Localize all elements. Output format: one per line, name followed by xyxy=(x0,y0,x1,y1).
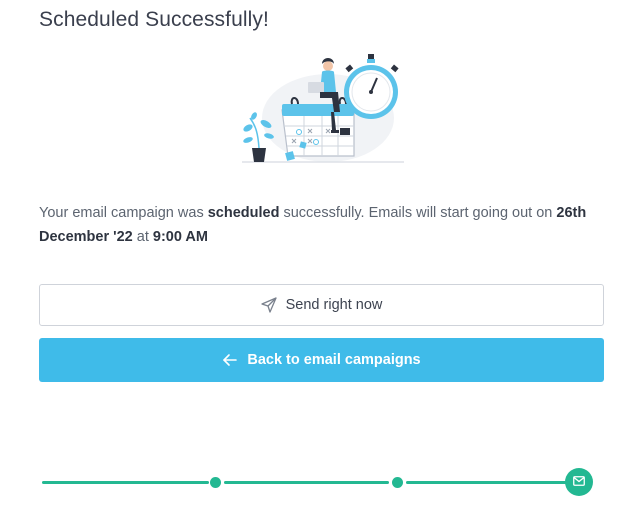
progress-step-dot xyxy=(210,477,221,488)
message-status: scheduled xyxy=(207,205,280,221)
message-prefix: Your email campaign was xyxy=(39,205,208,221)
envelope-icon xyxy=(573,473,585,491)
progress-track-segment xyxy=(224,481,389,484)
schedule-confirmation-message: Your email campaign was scheduled succes… xyxy=(39,201,604,249)
arrow-left-icon xyxy=(222,352,238,368)
back-to-email-campaigns-button[interactable]: Back to email campaigns xyxy=(39,338,604,382)
progress-track-segment xyxy=(406,481,568,484)
paper-plane-icon xyxy=(260,297,277,313)
send-right-now-button[interactable]: Send right now xyxy=(39,284,604,326)
progress-final-step xyxy=(565,468,593,496)
progress-step-dot xyxy=(392,477,403,488)
scheduled-success-page: Scheduled Successfully! Your email campa… xyxy=(0,0,643,518)
page-title: Scheduled Successfully! xyxy=(39,8,269,31)
scheduled-campaign-illustration xyxy=(236,52,408,168)
campaign-progress-steps xyxy=(40,466,600,500)
message-at: at xyxy=(132,229,153,245)
send-right-now-label: Send right now xyxy=(285,297,383,313)
back-to-email-campaigns-label: Back to email campaigns xyxy=(247,352,421,368)
message-time: 9:00 AM xyxy=(152,229,208,245)
progress-track-segment xyxy=(42,481,209,484)
message-middle: successfully. Emails will start going ou… xyxy=(279,205,557,221)
